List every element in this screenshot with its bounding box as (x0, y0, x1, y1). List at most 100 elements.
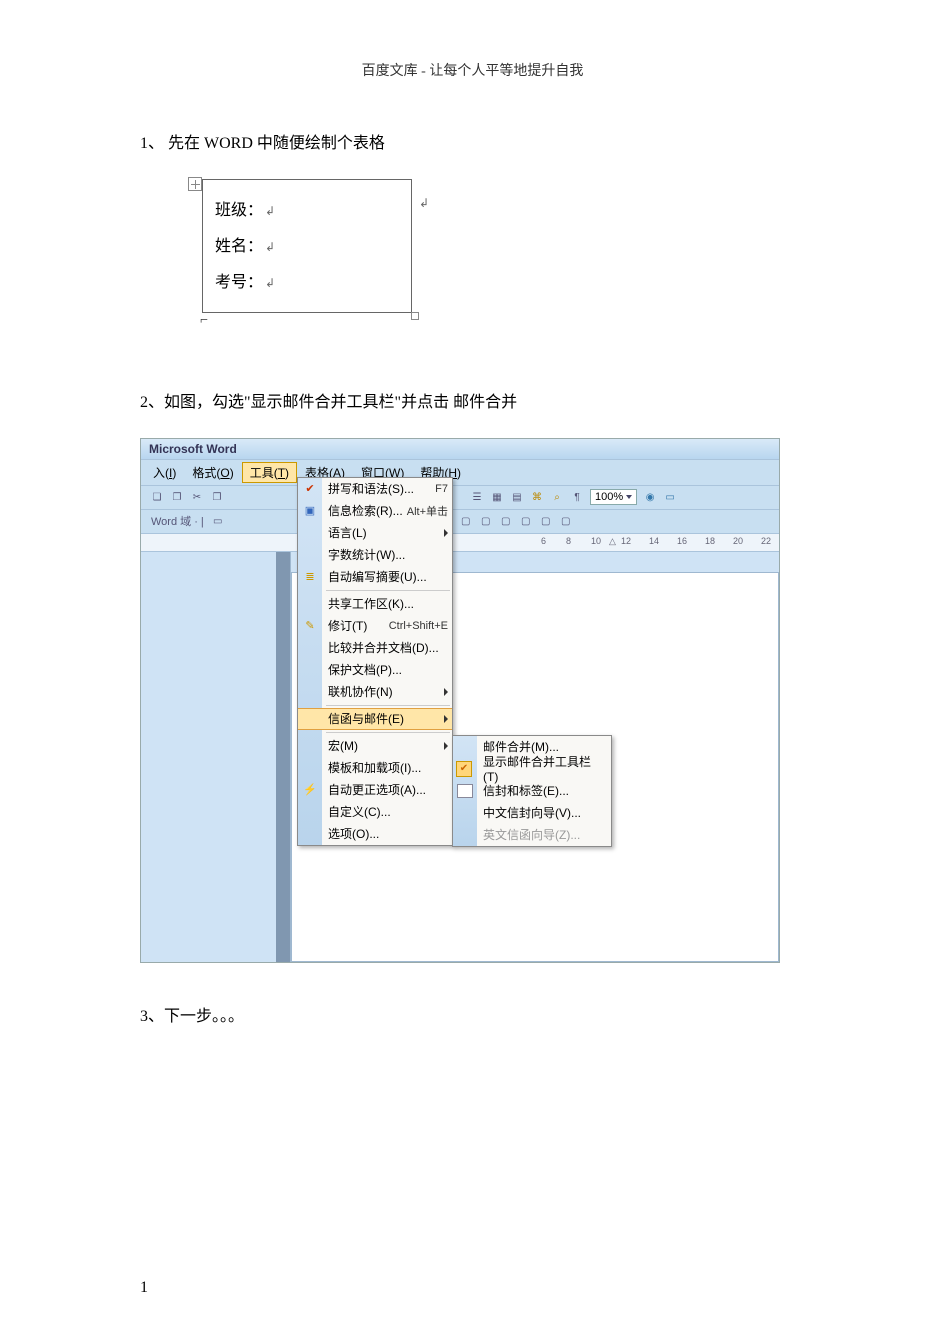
word-app-screenshot: Microsoft Word 入(I) 格式(O) 工具(T) 表格(A) 窗口… (140, 438, 780, 963)
ruler-tick-label: 14 (649, 536, 659, 546)
paragraph-mark-icon: ↲ (265, 240, 275, 254)
toolbar-icon[interactable]: ▢ (497, 512, 515, 530)
left-gutter (141, 552, 291, 962)
step-1-number: 1 (140, 135, 148, 152)
envelope-icon (457, 784, 473, 798)
step-1: 1、 先在 WORD 中随便绘制个表格 (140, 130, 805, 159)
letters-mail-submenu: 邮件合并(M)... ✔ 显示邮件合并工具栏(T) 信封和标签(E)... 中文… (452, 735, 612, 847)
menu-bar: 入(I) 格式(O) 工具(T) 表格(A) 窗口(W) 帮助(H) (141, 460, 779, 486)
show-marks-icon[interactable]: ¶ (568, 488, 586, 506)
menu-format[interactable]: 格式(O) (184, 462, 241, 483)
menu-spelling[interactable]: ✔ 拼写和语法(S)... F7 (298, 478, 452, 500)
search-icon[interactable]: ⌕ (548, 488, 566, 506)
page-number: 1 (140, 1279, 148, 1297)
menu-track-changes[interactable]: ✎ 修订(T) Ctrl+Shift+E (298, 615, 452, 637)
autocorrect-icon: ⚡ (301, 781, 319, 799)
table-cell-text: 考号： (215, 274, 263, 291)
columns-icon[interactable]: ☰ (468, 488, 486, 506)
table-row: 班级：↲ ↲ (203, 190, 411, 226)
menu-shared-workspace[interactable]: 共享工作区(K)... (298, 593, 452, 615)
toolbar-icon[interactable]: ❐ (168, 488, 186, 506)
step-2-text: 、如图，勾选"显示邮件合并工具栏"并点击 邮件合并 (148, 394, 517, 411)
menu-macro[interactable]: 宏(M) (298, 735, 452, 757)
step-2: 2、如图，勾选"显示邮件合并工具栏"并点击 邮件合并 (140, 389, 805, 418)
step-3-text: 、下一步。。。 (148, 1008, 244, 1025)
menu-tools[interactable]: 工具(T) (242, 462, 297, 483)
submenu-envelopes-labels[interactable]: 信封和标签(E)... (453, 780, 611, 802)
menu-letters-and-mail[interactable]: 信函与邮件(E) (298, 708, 452, 730)
menu-language[interactable]: 语言(L) (298, 522, 452, 544)
cut-icon[interactable]: ✂ (188, 488, 206, 506)
step-3-number: 3 (140, 1008, 148, 1025)
toolbar-icon[interactable]: ▢ (537, 512, 555, 530)
ruler: 6 8 10 △ 12 14 16 18 20 22 (141, 534, 779, 552)
tools-menu-dropdown: ✔ 拼写和语法(S)... F7 ▣ 信息检索(R)... Alt+单击 语言(… (297, 477, 453, 846)
paragraph-mark-icon: ↲ (265, 204, 275, 218)
summary-icon: ≣ (301, 568, 319, 586)
menu-protect-doc[interactable]: 保护文档(P)... (298, 659, 452, 681)
menu-research[interactable]: ▣ 信息检索(R)... Alt+单击 (298, 500, 452, 522)
menu-separator (326, 732, 450, 733)
sample-table: 班级：↲ ↲ 姓名：↲ 考号：↲ (202, 179, 412, 313)
track-changes-icon: ✎ (301, 617, 319, 635)
ruler-tick-label: 12 (621, 536, 631, 546)
submenu-arrow-icon (444, 529, 448, 537)
ruler-tick-label: 8 (566, 536, 571, 546)
ruler-tick-label: 22 (761, 536, 771, 546)
copy-icon[interactable]: ❐ (208, 488, 226, 506)
help-icon[interactable]: ◉ (641, 488, 659, 506)
cursor-mark-icon: ⌐ (200, 313, 805, 329)
menu-auto-summary[interactable]: ≣ 自动编写摘要(U)... (298, 566, 452, 588)
ruler-tick-label: 6 (541, 536, 546, 546)
submenu-arrow-icon (444, 742, 448, 750)
table-row: 考号：↲ (203, 262, 411, 298)
table-cell-text: 姓名： (215, 238, 263, 255)
zoom-dropdown[interactable]: 100% (590, 489, 637, 505)
toolbar-secondary: Word 域 · | ▭ ▢ ▢ ▢ ▢ ▢ ▢ (141, 510, 779, 534)
menu-compare-merge[interactable]: 比较并合并文档(D)... (298, 637, 452, 659)
ruler-tick-label: 20 (733, 536, 743, 546)
toolbar-icon[interactable]: ▢ (517, 512, 535, 530)
step-1-word: WORD (204, 135, 253, 152)
menu-insert[interactable]: 入(I) (145, 462, 184, 483)
submenu-arrow-icon (444, 688, 448, 696)
table-cell-text: 班级： (215, 202, 263, 219)
menu-separator (326, 705, 450, 706)
submenu-chinese-envelope-wizard[interactable]: 中文信封向导(V)... (453, 802, 611, 824)
table-icon[interactable]: ▦ (488, 488, 506, 506)
hyperlink-icon[interactable]: ⌘ (528, 488, 546, 506)
step-3: 3、下一步。。。 (140, 1003, 805, 1032)
chevron-down-icon (626, 495, 632, 499)
page-header: 百度文库 - 让每个人平等地提升自我 (140, 60, 805, 80)
indent-marker-icon[interactable]: △ (609, 536, 616, 547)
read-icon[interactable]: ▭ (661, 488, 679, 506)
toolbar-icon[interactable]: ❏ (148, 488, 166, 506)
toolbar-icon[interactable]: ▢ (557, 512, 575, 530)
menu-templates-addins[interactable]: 模板和加载项(I)... (298, 757, 452, 779)
step-1-text-a: 、 先在 (148, 135, 204, 152)
menu-options[interactable]: 选项(O)... (298, 823, 452, 845)
step-2-number: 2 (140, 394, 148, 411)
step-1-text-b: 中随便绘制个表格 (253, 135, 385, 152)
toolbar-icon[interactable]: ▭ (209, 512, 227, 530)
menu-customize[interactable]: 自定义(C)... (298, 801, 452, 823)
submenu-show-mail-merge-toolbar[interactable]: ✔ 显示邮件合并工具栏(T) (453, 758, 611, 780)
book-icon: ▣ (301, 502, 319, 520)
chart-icon[interactable]: ▤ (508, 488, 526, 506)
ruler-tick-label: 10 (591, 536, 601, 546)
menu-autocorrect[interactable]: ⚡ 自动更正选项(A)... (298, 779, 452, 801)
app-title-bar: Microsoft Word (141, 439, 779, 460)
paragraph-mark-icon: ↲ (419, 196, 429, 211)
table-move-handle-icon (188, 177, 202, 191)
toolbar-icon[interactable]: ▢ (477, 512, 495, 530)
toolbar-primary: ❏ ❐ ✂ ❐ ☰ ▦ ▤ ⌘ ⌕ ¶ 100% ◉ ▭ (141, 486, 779, 510)
spellcheck-icon: ✔ (301, 480, 319, 498)
table-row: 姓名：↲ (203, 226, 411, 262)
word-field-label: Word 域 · | (147, 513, 208, 529)
sample-table-figure: 班级：↲ ↲ 姓名：↲ 考号：↲ ⌐ (190, 179, 805, 329)
menu-online-collab[interactable]: 联机协作(N) (298, 681, 452, 703)
zoom-value: 100% (595, 491, 623, 503)
menu-word-count[interactable]: 字数统计(W)... (298, 544, 452, 566)
submenu-arrow-icon (444, 715, 448, 723)
toolbar-icon[interactable]: ▢ (457, 512, 475, 530)
